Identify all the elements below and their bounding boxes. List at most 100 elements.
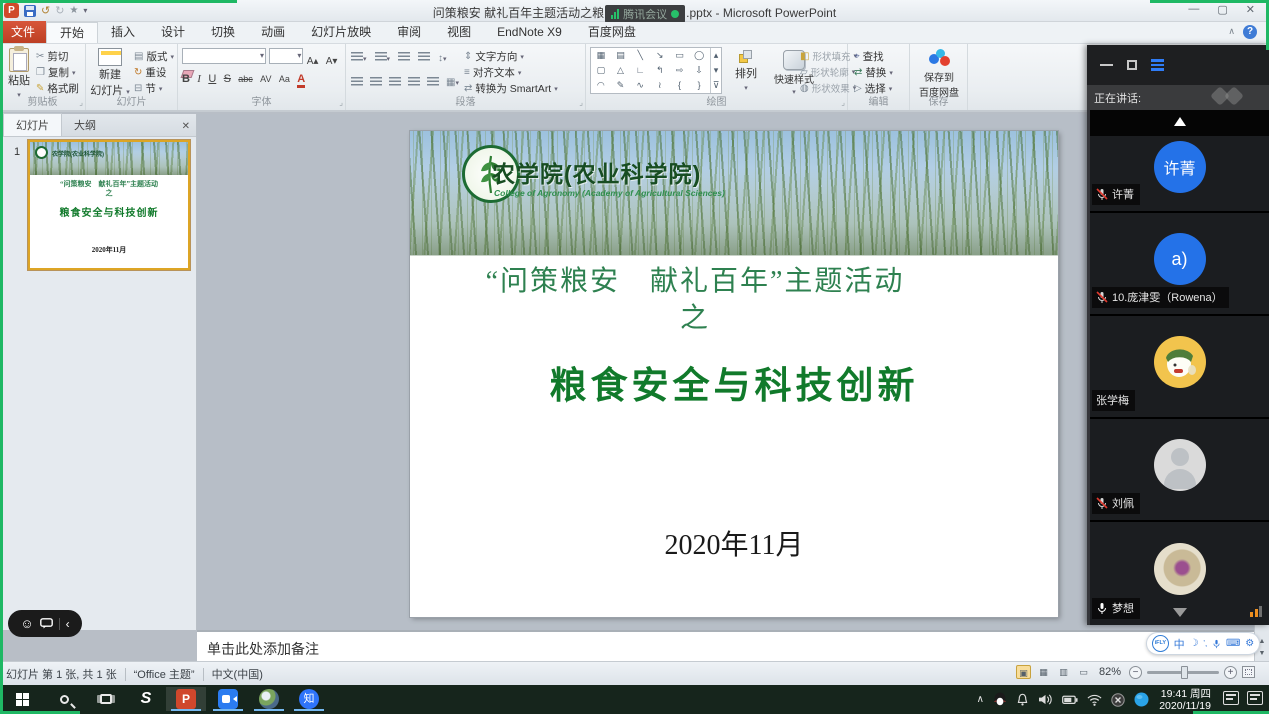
taskbar-app-s[interactable]: S [126,687,166,711]
tab-file[interactable]: 文件 [0,21,46,43]
bold-button[interactable]: B [182,73,190,85]
minimize-button[interactable]: — [1188,3,1199,16]
participant-tile[interactable]: a) 10.庞津雯（Rowena） [1090,213,1269,316]
meeting-minimize-icon[interactable] [1100,64,1113,66]
speaker-icon[interactable] [1038,693,1053,706]
collapse-ribbon-icon[interactable]: ∧ [1228,26,1235,37]
replace-button[interactable]: ⇄替换▾ [854,65,893,80]
status-x-icon[interactable] [1111,693,1125,707]
tab-outline[interactable]: 大纲 [62,114,108,136]
font-name-combo[interactable] [182,48,266,64]
layout-button[interactable]: ▤版式▾ [134,49,174,64]
zoom-slider-thumb[interactable] [1181,666,1188,679]
distribute-button[interactable] [427,77,439,86]
close-button[interactable]: ✕ [1246,3,1255,16]
numbering-button[interactable]: ▾ [375,50,391,64]
taskbar-tencent-meeting[interactable] [208,687,248,711]
tab-slides[interactable]: 幻灯片 [3,113,62,136]
cut-button[interactable]: ✂剪切 [36,49,68,64]
decrease-indent-button[interactable] [398,50,410,64]
line-spacing-button[interactable]: ↕▾ [438,50,447,64]
panel-close-icon[interactable]: ✕ [182,121,190,132]
shapes-scrollbar[interactable]: ▴▾⊽ [710,48,721,93]
align-right-button[interactable] [389,77,401,86]
start-button[interactable] [2,687,42,711]
tim-icon[interactable] [1134,692,1149,707]
tab-endnote[interactable]: EndNote X9 [484,22,575,43]
tab-insert[interactable]: 插入 [98,22,148,43]
collapse-up-icon[interactable] [1174,117,1186,126]
ime-settings-icon[interactable]: ⚙ [1245,638,1254,649]
ime-moon-icon[interactable]: ☽ [1189,638,1198,649]
slideshow-view-button[interactable]: ▭ [1076,665,1091,679]
ime-punctuation-icon[interactable]: ’, [1203,639,1207,648]
paragraph-dialog-launcher[interactable]: ⌟ [579,98,583,107]
shrink-font-button[interactable]: A▾ [326,56,338,67]
new-slide-button[interactable]: 新建 幻灯片 ▾ [88,48,132,98]
collapse-left-icon[interactable]: ‹ [66,617,70,631]
notes-pane[interactable]: 单击此处添加备注 [197,630,1254,661]
taskbar-powerpoint[interactable]: P [166,687,206,711]
text-direction-button[interactable]: ⇕文字方向▾ [464,49,524,64]
participant-tile[interactable]: 梦想 [1090,522,1269,625]
ifly-logo-icon[interactable]: iFLY [1152,635,1169,652]
ime-toolbar[interactable]: iFLY 中 ☽ ’, ⌨ ⚙ [1146,632,1260,655]
tab-home[interactable]: 开始 [46,22,98,43]
zoom-level[interactable]: 82% [1099,666,1121,678]
tab-slideshow[interactable]: 幻灯片放映 [298,22,384,43]
slide-sorter-view-button[interactable]: ▦ [1036,665,1051,679]
grow-font-button[interactable]: A▴ [307,56,319,67]
smiley-icon[interactable]: ☺ [20,616,33,631]
ime-mic-icon[interactable] [1212,638,1221,650]
zoom-in-button[interactable]: + [1224,666,1237,679]
action-center-icon[interactable] [1223,691,1239,705]
shapes-gallery[interactable]: ▦▤╲↘▭◯ ▢△∟↰⇨⇩ ◠✎∿≀{} ▴▾⊽ [590,47,722,94]
italic-button[interactable]: I [197,73,201,85]
justify-button[interactable] [408,77,420,86]
expand-down-icon[interactable] [1173,608,1187,617]
tab-transitions[interactable]: 切换 [198,22,248,43]
tray-expand-icon[interactable]: ∧ [977,694,984,705]
tab-design[interactable]: 设计 [148,22,198,43]
font-size-combo[interactable] [269,48,303,64]
drawing-dialog-launcher[interactable]: ⌟ [841,98,845,107]
zoom-slider[interactable] [1147,671,1219,674]
chat-bubble-icon[interactable] [40,618,53,629]
participant-tile[interactable]: 许菁 许菁 [1090,110,1269,213]
strikethrough-button[interactable]: abc [238,74,253,84]
qq-icon[interactable] [993,692,1007,707]
status-language[interactable]: 中文(中国) [212,666,263,682]
meeting-list-view-icon[interactable] [1151,59,1164,71]
align-left-button[interactable] [351,77,363,86]
fit-to-window-button[interactable] [1242,666,1255,678]
character-spacing-button[interactable]: AV [260,74,271,84]
save-to-baidu-button[interactable]: 保存到 百度网盘 [913,48,965,99]
change-case-button[interactable]: Aa [279,74,290,84]
normal-view-button[interactable]: ▣ [1016,665,1031,679]
participant-tile[interactable]: 刘佩 [1090,419,1269,522]
ime-language-toggle[interactable]: 中 [1174,636,1185,652]
slide-thumbnail[interactable]: 农学院(农业科学院) “问策粮安 献礼百年”主题活动之 粮食安全与科技创新 20… [28,140,190,270]
meeting-floating-chip[interactable]: 腾讯会议 [605,5,685,23]
maximize-button[interactable]: ▢ [1217,3,1227,16]
meeting-maximize-icon[interactable] [1127,60,1137,70]
arrange-button[interactable]: 排列▾ [726,50,766,93]
reading-view-button[interactable]: ▥ [1056,665,1071,679]
taskbar-zhihu[interactable]: 知 [289,687,329,711]
tab-baidu-pan[interactable]: 百度网盘 [575,22,649,43]
clipboard-dialog-launcher[interactable]: ⌟ [79,98,83,107]
columns-button[interactable]: ▦▾ [446,74,459,88]
zoom-out-button[interactable]: − [1129,666,1142,679]
font-dialog-launcher[interactable]: ⌟ [339,98,343,107]
meeting-reaction-pill[interactable]: ☺ ‹ [8,610,82,637]
increase-indent-button[interactable] [418,50,430,64]
align-text-button[interactable]: ≡对齐文本▾ [464,65,521,80]
copy-button[interactable]: ❐复制▾ [36,65,75,80]
bullets-button[interactable]: ▾ [351,50,367,64]
taskbar-photo-app[interactable] [249,687,289,711]
align-center-button[interactable] [370,77,382,86]
tab-review[interactable]: 审阅 [384,22,434,43]
find-button[interactable]: ⌖查找 [854,49,884,64]
tab-view[interactable]: 视图 [434,22,484,43]
underline-button[interactable]: U [208,73,216,85]
